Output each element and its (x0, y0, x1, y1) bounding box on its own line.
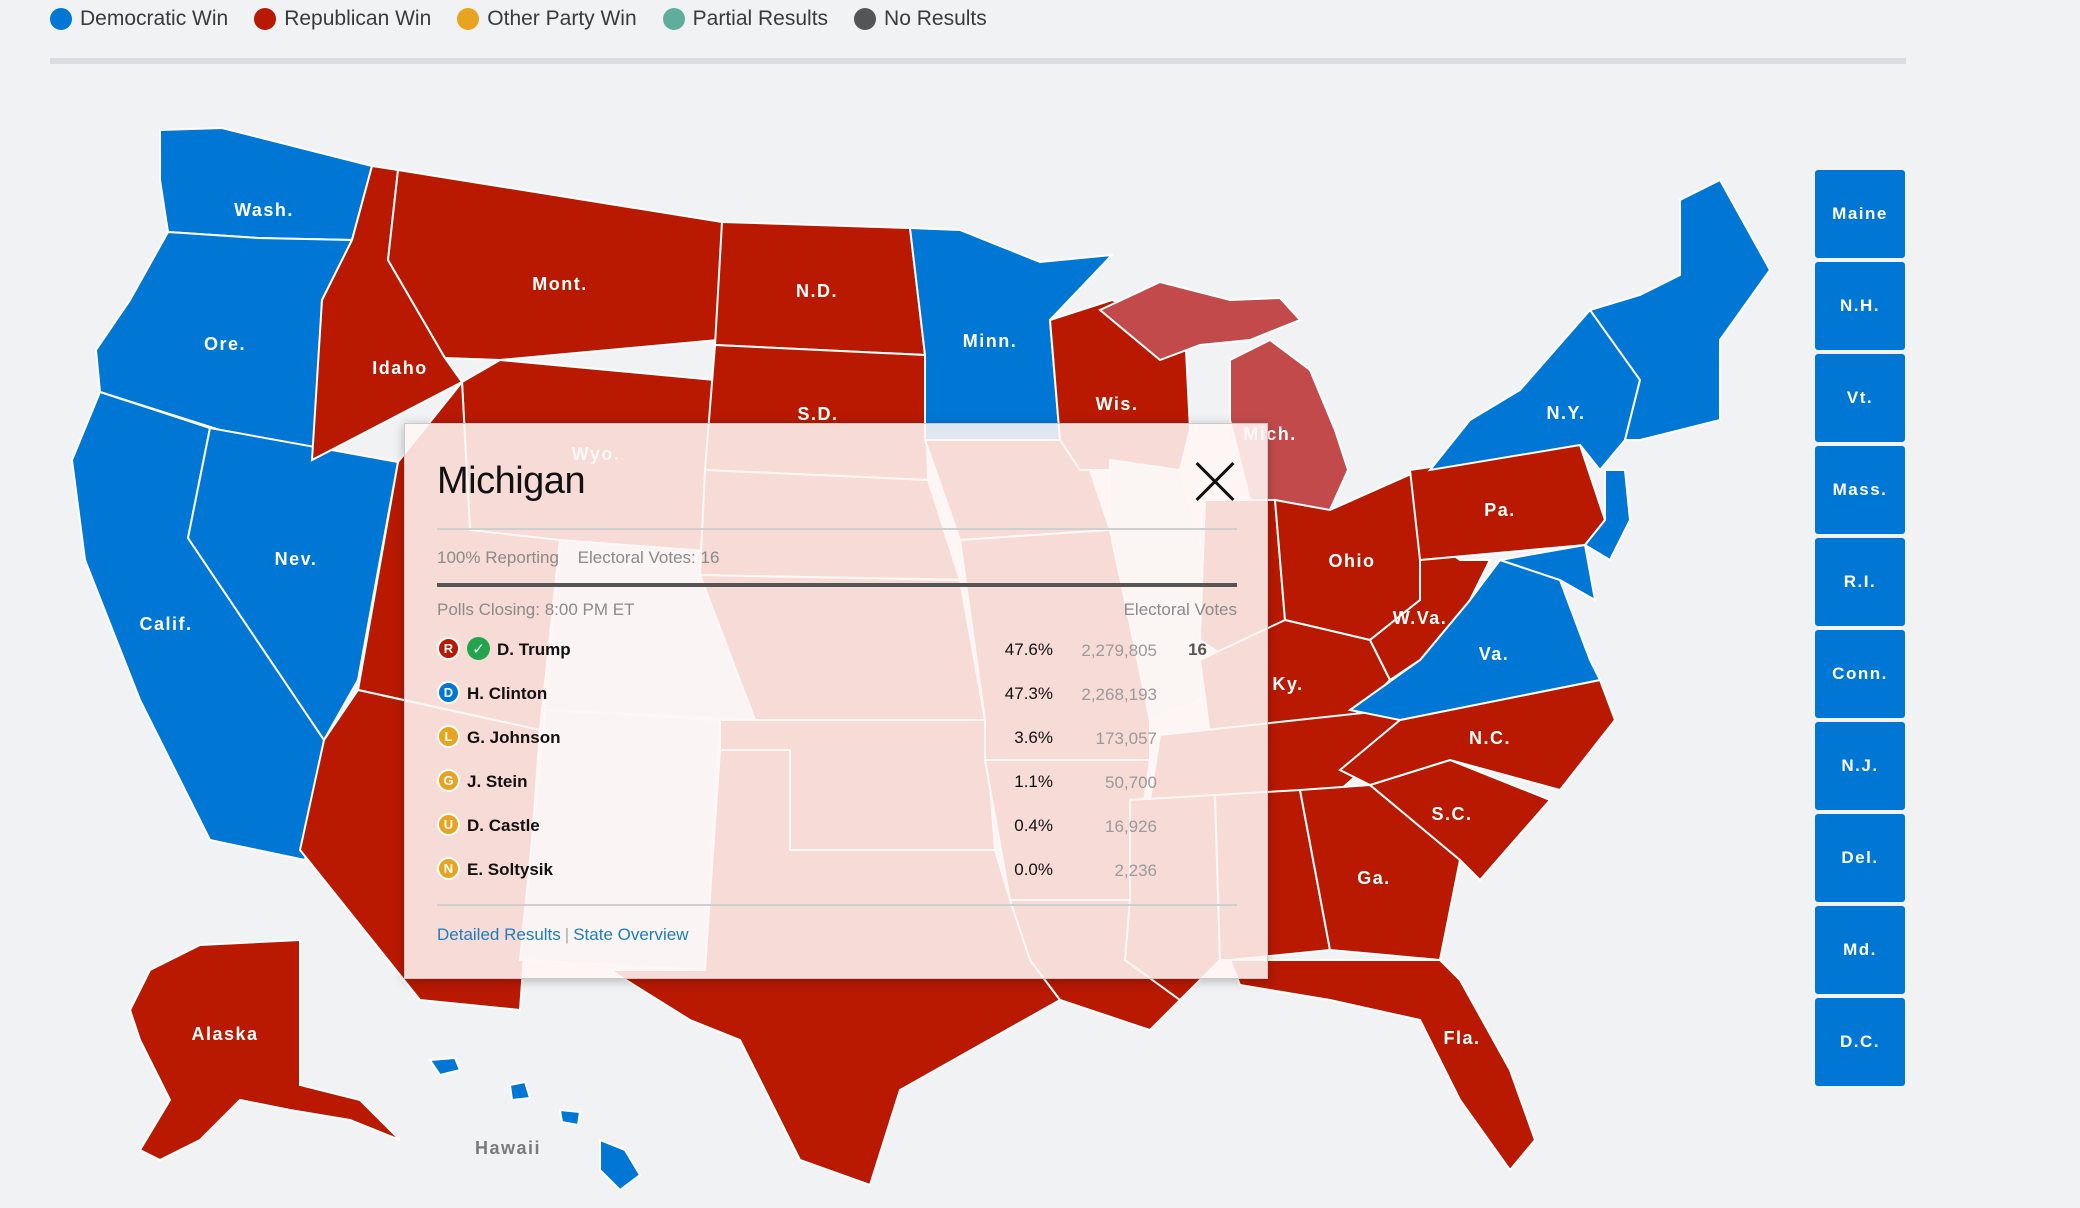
candidate-percent: 0.4% (1014, 816, 1053, 835)
candidate-row: G J. Stein 1.1% 50,700 (437, 760, 1237, 800)
candidate-percent: 47.6% (1004, 640, 1053, 659)
ev-column-header: Electoral Votes (1123, 600, 1237, 619)
state-box-new-jersey[interactable]: N.J. (1815, 722, 1905, 810)
candidate-votes: 2,268,193 (1081, 685, 1157, 704)
candidate-percent: 3.6% (1014, 728, 1053, 747)
legend-label: No Results (884, 7, 987, 30)
candidate-votes: 16,926 (1105, 817, 1157, 836)
legend-label: Democratic Win (80, 7, 229, 30)
candidate-percent: 47.3% (1004, 684, 1053, 703)
legend-label: Republican Win (284, 7, 432, 30)
republican-dot-icon (254, 8, 277, 30)
map-legend: Democratic Win Republican Win Other Part… (50, 4, 987, 34)
partial-results-dot-icon (662, 8, 685, 30)
candidate-name: J. Stein (467, 772, 528, 791)
polls-closing: Polls Closing: 8:00 PM ET (437, 600, 635, 619)
candidate-row: R ✓ D. Trump 47.6% 2,279,805 16 (437, 628, 1237, 668)
close-icon[interactable] (1193, 460, 1237, 504)
legend-divider (50, 58, 1906, 64)
constitution-party-icon: U (437, 813, 460, 836)
candidate-name: G. Johnson (467, 728, 561, 747)
democratic-dot-icon (50, 8, 72, 30)
candidate-votes: 50,700 (1105, 773, 1157, 792)
state-box-maryland[interactable]: Md. (1815, 906, 1905, 994)
popup-meta: 100% Reporting Electoral Votes: 16 (437, 548, 719, 568)
candidate-name: E. Soltysik (467, 860, 553, 879)
legend-republican-win: Republican Win (254, 7, 431, 31)
link-separator: | (564, 925, 570, 944)
libertarian-party-icon: L (437, 725, 460, 748)
state-box-new-hampshire[interactable]: N.H. (1815, 262, 1905, 350)
popup-links: Detailed Results | State Overview (437, 925, 688, 945)
state-box-connecticut[interactable]: Conn. (1815, 630, 1905, 718)
winner-check-icon: ✓ (467, 637, 490, 660)
state-box-rhode-island[interactable]: R.I. (1815, 538, 1905, 626)
natural-law-party-icon: N (437, 857, 460, 880)
candidate-votes: 2,279,805 (1081, 641, 1157, 660)
state-alaska[interactable] (128, 938, 401, 1162)
candidate-votes: 173,057 (1095, 729, 1157, 748)
state-hawaii[interactable] (428, 1056, 642, 1192)
state-results-popup: Michigan 100% Reporting Electoral Votes:… (404, 423, 1268, 979)
state-box-massachusetts[interactable]: Mass. (1815, 446, 1905, 534)
label-hawaii: Hawaii (475, 1138, 541, 1158)
state-box-vermont[interactable]: Vt. (1815, 354, 1905, 442)
detailed-results-link[interactable]: Detailed Results (437, 925, 561, 944)
candidate-row: N E. Soltysik 0.0% 2,236 (437, 848, 1237, 888)
candidate-row: L G. Johnson 3.6% 173,057 (437, 716, 1237, 756)
other-party-dot-icon (457, 8, 480, 30)
small-states-panel: Maine N.H. Vt. Mass. R.I. Conn. N.J. Del… (1815, 170, 1905, 1090)
candidate-row: D H. Clinton 47.3% 2,268,193 (437, 672, 1237, 712)
state-florida[interactable] (1228, 959, 1537, 1172)
state-box-delaware[interactable]: Del. (1815, 814, 1905, 902)
candidate-name: D. Castle (467, 816, 540, 835)
popup-title: Michigan (437, 460, 586, 502)
legend-label: Partial Results (692, 7, 829, 30)
candidate-name: D. Trump (497, 640, 571, 659)
no-results-dot-icon (854, 8, 877, 30)
state-montana[interactable] (386, 168, 724, 362)
legend-label: Other Party Win (487, 7, 637, 30)
state-washington[interactable] (159, 126, 374, 242)
candidate-percent: 1.1% (1014, 772, 1053, 791)
legend-democratic-win: Democratic Win (50, 7, 228, 31)
popup-divider-thick (437, 583, 1237, 587)
republican-party-icon: R (437, 637, 460, 660)
state-north-dakota[interactable] (713, 220, 927, 357)
green-party-icon: G (437, 769, 460, 792)
legend-no-results: No Results (854, 7, 987, 31)
candidate-name: H. Clinton (467, 684, 548, 703)
candidate-row: U D. Castle 0.4% 16,926 (437, 804, 1237, 844)
popup-divider (437, 528, 1237, 530)
state-overview-link[interactable]: State Overview (573, 925, 688, 944)
candidate-electoral-votes: 16 (1188, 640, 1207, 659)
candidate-percent: 0.0% (1014, 860, 1053, 879)
state-box-maine[interactable]: Maine (1815, 170, 1905, 258)
reporting-status: 100% Reporting (437, 548, 559, 567)
legend-other-party-win: Other Party Win (457, 7, 637, 31)
state-box-dc[interactable]: D.C. (1815, 998, 1905, 1086)
popup-divider (437, 904, 1237, 906)
electoral-votes: Electoral Votes: 16 (577, 548, 720, 567)
candidate-votes: 2,236 (1114, 861, 1157, 880)
democratic-party-icon: D (437, 681, 460, 704)
legend-partial-results: Partial Results (662, 7, 829, 31)
